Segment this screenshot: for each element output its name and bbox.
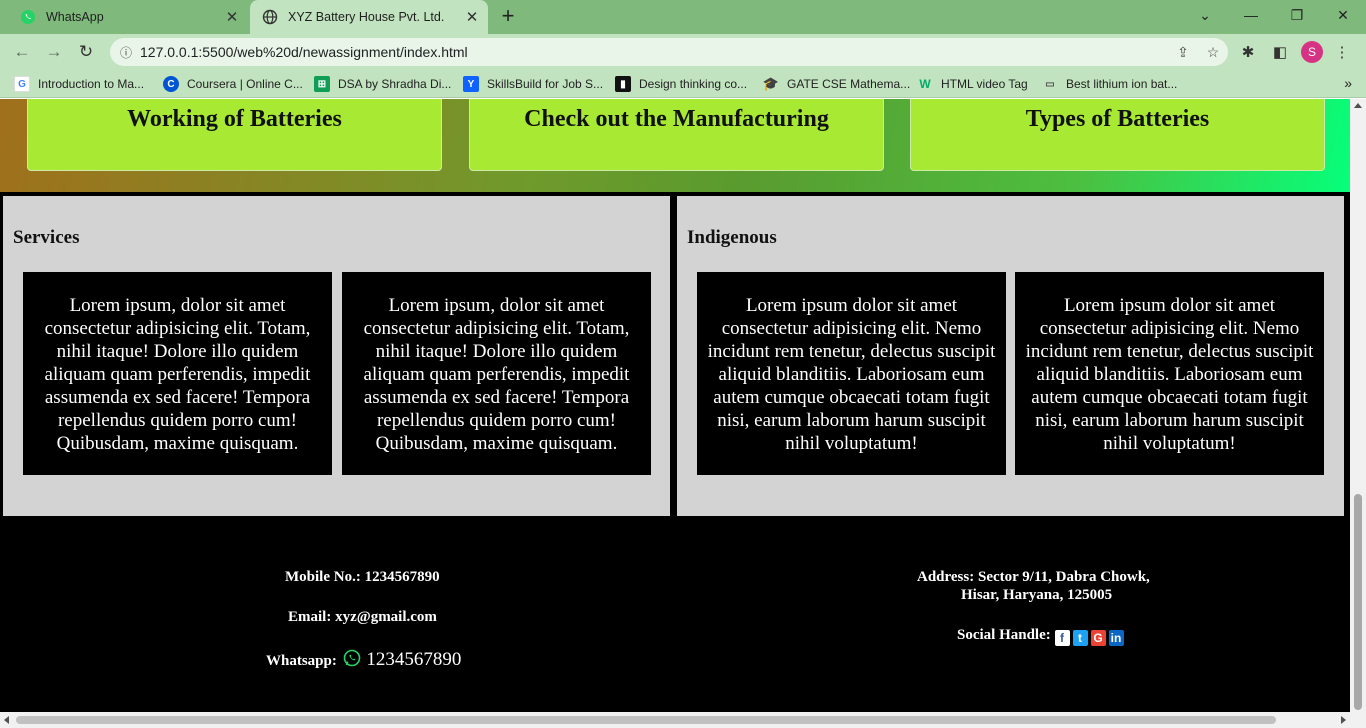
info-icon[interactable]: ⓘ bbox=[112, 44, 140, 61]
menu-icon[interactable]: ⋮ bbox=[1330, 40, 1354, 64]
google-icon[interactable]: G bbox=[1090, 630, 1106, 646]
indigenous-box: Lorem ipsum dolor sit amet consectetur a… bbox=[1015, 272, 1324, 475]
bookmark-item[interactable]: Y SkillsBuild for Job S... bbox=[463, 75, 603, 93]
close-icon[interactable]: ✕ bbox=[220, 5, 244, 29]
tab-xyz-battery[interactable]: XYZ Battery House Pvt. Ltd. ✕ bbox=[250, 0, 488, 34]
hero-card-working[interactable]: Working of Batteries bbox=[27, 99, 442, 171]
hero-card-title: Types of Batteries bbox=[1025, 106, 1210, 132]
address-bar[interactable]: ⓘ 127.0.0.1:5500/web%20d/newassignment/i… bbox=[110, 38, 1228, 66]
bookmarks-bar: G Introduction to Ma... C Coursera | Onl… bbox=[0, 70, 1366, 98]
minimize-icon[interactable]: — bbox=[1228, 0, 1274, 30]
battery-icon: ▭ bbox=[1045, 78, 1055, 90]
skillsbuild-icon: Y bbox=[463, 76, 479, 92]
hero-card-title: Check out the Manufacturing bbox=[524, 106, 829, 132]
extensions-icon[interactable]: ✱ bbox=[1236, 40, 1260, 64]
bookmark-item[interactable]: 🎓 GATE CSE Mathema... bbox=[763, 75, 910, 93]
scroll-right-icon[interactable] bbox=[1341, 716, 1346, 724]
restore-icon[interactable]: ❐ bbox=[1274, 0, 1320, 30]
forward-icon[interactable]: → bbox=[42, 40, 66, 64]
whatsapp-number: 1234567890 bbox=[366, 649, 462, 670]
indigenous-box: Lorem ipsum dolor sit amet consectetur a… bbox=[697, 272, 1006, 475]
browser-toolbar: ← → ↻ ⓘ 127.0.0.1:5500/web%20d/newassign… bbox=[0, 34, 1366, 70]
hero-card-manufacturing[interactable]: Check out the Manufacturing bbox=[469, 99, 884, 171]
tab-strip: WhatsApp ✕ XYZ Battery House Pvt. Ltd. ✕… bbox=[0, 0, 1366, 34]
horizontal-scrollbar[interactable] bbox=[0, 712, 1366, 728]
vertical-scrollbar[interactable] bbox=[1350, 99, 1366, 712]
more-bookmarks-icon[interactable]: » bbox=[1344, 75, 1352, 91]
social-label: Social Handle: bbox=[957, 627, 1051, 643]
google-icon: G bbox=[14, 76, 30, 92]
twitter-icon[interactable]: t bbox=[1072, 630, 1088, 646]
footer-social: Social Handle: f t G in bbox=[957, 627, 1124, 646]
bookmark-item[interactable]: ▮ Design thinking co... bbox=[615, 75, 747, 93]
footer-email: Email: xyz@gmail.com bbox=[288, 609, 437, 625]
section-title: Indigenous bbox=[687, 227, 777, 248]
section-title: Services bbox=[13, 227, 80, 248]
window-close-icon[interactable]: ✕ bbox=[1320, 0, 1366, 30]
footer-address-line2: Hisar, Haryana, 125005 bbox=[961, 587, 1113, 603]
services-box: Lorem ipsum, dolor sit amet consectetur … bbox=[23, 272, 332, 475]
scrollbar-thumb[interactable] bbox=[16, 716, 1276, 724]
bookmark-item[interactable]: ⊞ DSA by Shradha Di... bbox=[314, 75, 451, 93]
share-icon[interactable]: ⇪ bbox=[1168, 44, 1198, 61]
close-icon[interactable]: ✕ bbox=[460, 5, 484, 29]
bookmark-item[interactable]: G Introduction to Ma... bbox=[14, 75, 144, 93]
tab-whatsapp[interactable]: WhatsApp ✕ bbox=[8, 0, 248, 34]
whatsapp-icon bbox=[20, 9, 36, 25]
bookmark-item[interactable]: ▭ Best lithium ion bat... bbox=[1042, 75, 1177, 93]
new-tab-button[interactable]: + bbox=[496, 5, 520, 29]
w3-icon: W bbox=[919, 77, 931, 91]
tab-title: XYZ Battery House Pvt. Ltd. bbox=[288, 10, 445, 24]
design-icon: ▮ bbox=[615, 76, 631, 92]
whatsapp-label: Whatsapp: bbox=[266, 653, 337, 669]
url-text: 127.0.0.1:5500/web%20d/newassignment/ind… bbox=[140, 44, 468, 60]
footer: Mobile No.: 1234567890 Email: xyz@gmail.… bbox=[0, 519, 1350, 712]
hero-card-title: Working of Batteries bbox=[127, 106, 342, 132]
sheets-icon: ⊞ bbox=[314, 76, 330, 92]
globe-icon bbox=[262, 9, 278, 25]
services-box: Lorem ipsum, dolor sit amet consectetur … bbox=[342, 272, 651, 475]
footer-address-line1: Address: Sector 9/11, Dabra Chowk, bbox=[917, 569, 1150, 585]
indigenous-panel: Indigenous Lorem ipsum dolor sit amet co… bbox=[677, 196, 1344, 516]
tab-search-icon[interactable]: ⌄ bbox=[1182, 0, 1228, 30]
scroll-up-icon[interactable] bbox=[1354, 103, 1362, 108]
bookmark-star-icon[interactable]: ☆ bbox=[1198, 44, 1228, 61]
graduation-cap-icon: 🎓 bbox=[762, 76, 780, 91]
hero-banner: Working of Batteries Check out the Manuf… bbox=[0, 99, 1350, 192]
footer-mobile: Mobile No.: 1234567890 bbox=[285, 569, 440, 585]
whatsapp-icon[interactable] bbox=[343, 649, 361, 672]
side-panel-icon[interactable]: ◧ bbox=[1268, 40, 1292, 64]
linkedin-icon[interactable]: in bbox=[1108, 630, 1124, 646]
scrollbar-thumb[interactable] bbox=[1354, 494, 1362, 710]
back-icon[interactable]: ← bbox=[10, 40, 34, 64]
hero-card-types[interactable]: Types of Batteries bbox=[910, 99, 1325, 171]
coursera-icon: C bbox=[163, 76, 179, 92]
services-panel: Services Lorem ipsum, dolor sit amet con… bbox=[3, 196, 670, 516]
footer-whatsapp: Whatsapp: 1234567890 bbox=[266, 649, 461, 672]
facebook-icon[interactable]: f bbox=[1054, 630, 1070, 646]
page-viewport: Working of Batteries Check out the Manuf… bbox=[0, 99, 1350, 712]
bookmark-item[interactable]: W HTML video Tag bbox=[917, 75, 1027, 93]
bookmark-item[interactable]: C Coursera | Online C... bbox=[163, 75, 303, 93]
profile-avatar[interactable]: S bbox=[1300, 40, 1324, 64]
scroll-left-icon[interactable] bbox=[4, 716, 9, 724]
tab-title: WhatsApp bbox=[46, 10, 104, 24]
reload-icon[interactable]: ↻ bbox=[74, 40, 98, 64]
